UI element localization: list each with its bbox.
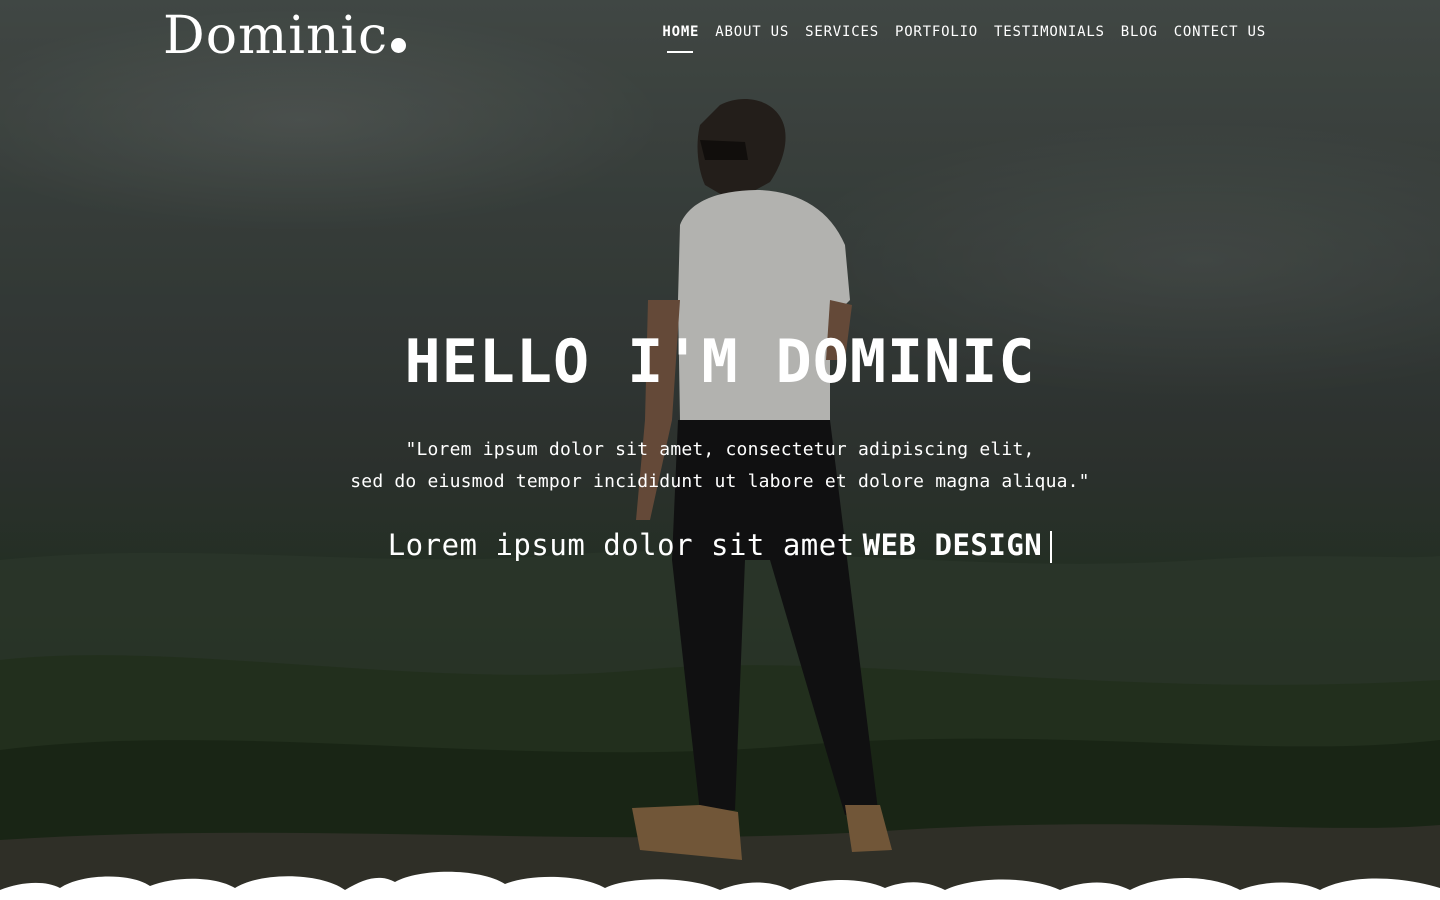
nav-item-about-us[interactable]: ABOUT US	[715, 24, 789, 40]
typed-prefix: Lorem ipsum dolor sit amet	[387, 528, 855, 562]
typing-caret	[1050, 531, 1053, 563]
nav-item-label: CONTECT US	[1173, 24, 1266, 40]
hero-quote-line-2: sed do eiusmod tempor incididunt ut labo…	[350, 471, 1090, 492]
nav-item-label: HOME	[662, 24, 700, 40]
nav-item-portfolio[interactable]: PORTFOLIO	[895, 24, 978, 40]
nav-item-testimonials[interactable]: TESTIMONIALS	[994, 24, 1105, 40]
main-navigation: HOME ABOUT US SERVICES PORTFOLIO TESTIMO…	[662, 24, 1266, 53]
nav-item-blog[interactable]: BLOG	[1121, 24, 1158, 40]
hero-quote-line-1: "Lorem ipsum dolor sit amet, consectetur…	[405, 439, 1035, 460]
logo-dot-icon	[391, 38, 407, 53]
hero-quote: "Lorem ipsum dolor sit amet, consectetur…	[0, 434, 1440, 498]
nav-item-home[interactable]: HOME	[662, 24, 700, 53]
active-indicator	[667, 51, 694, 53]
hero-section: Dominic HOME ABOUT US SERVICES PORTFOLIO…	[0, 0, 1440, 900]
typed-tagline: Lorem ipsum dolor sit amet WEB DESIGN	[0, 528, 1440, 563]
nav-item-label: ABOUT US	[715, 24, 790, 40]
nav-item-label: SERVICES	[805, 24, 879, 40]
nav-item-label: TESTIMONIALS	[994, 24, 1105, 40]
nav-item-label: BLOG	[1120, 24, 1158, 40]
hero-headline: HELLO I'M DOMINIC	[404, 327, 1036, 397]
brand-logo[interactable]: Dominic	[163, 6, 407, 66]
cloud-wave-divider	[0, 871, 1440, 900]
nav-item-label: PORTFOLIO	[894, 24, 979, 40]
nav-item-contact-us[interactable]: CONTECT US	[1174, 24, 1266, 40]
typed-word: WEB DESIGN	[862, 528, 1043, 562]
nav-item-services[interactable]: SERVICES	[805, 24, 879, 40]
brand-name: Dominic	[163, 6, 389, 66]
